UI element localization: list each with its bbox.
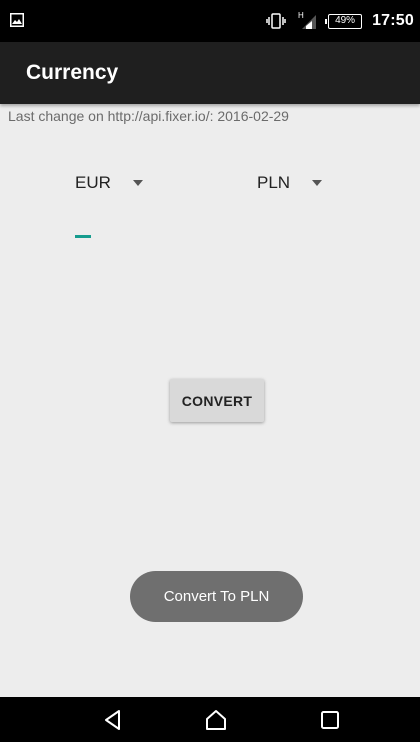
from-currency-value: EUR bbox=[75, 173, 111, 192]
dropdown-caret-icon bbox=[312, 180, 323, 186]
gallery-notification-icon bbox=[10, 13, 24, 27]
screen: H 49% 17:50 Currency Last change on http… bbox=[0, 0, 420, 742]
status-bar: H 49% 17:50 bbox=[0, 0, 420, 42]
nav-bar bbox=[0, 697, 420, 742]
toast-text: Convert To PLN bbox=[163, 588, 270, 605]
amount-input[interactable] bbox=[75, 222, 195, 242]
battery-level: 49% bbox=[335, 14, 356, 26]
toast-message: Convert To PLN bbox=[130, 571, 303, 622]
status-clock: 17:50 bbox=[372, 12, 414, 29]
signal-icon: H bbox=[298, 11, 317, 29]
status-icons: H 49% 17:50 bbox=[266, 0, 414, 42]
to-currency-value: PLN bbox=[257, 173, 291, 192]
convert-button[interactable]: CONVERT bbox=[170, 379, 264, 422]
last-change-text: Last change on http://api.fixer.io/: 201… bbox=[8, 108, 289, 124]
app-title: Currency bbox=[26, 61, 119, 84]
battery-icon: 49% bbox=[325, 13, 363, 29]
text-cursor-underline bbox=[75, 235, 91, 238]
recent-apps-icon[interactable] bbox=[317, 707, 343, 733]
back-icon[interactable] bbox=[100, 707, 126, 733]
vibrate-icon bbox=[266, 13, 286, 29]
app-bar: Currency bbox=[0, 42, 420, 104]
dropdown-caret-icon bbox=[132, 180, 143, 186]
to-currency-spinner[interactable]: PLN bbox=[257, 170, 323, 196]
home-icon[interactable] bbox=[203, 707, 229, 733]
network-type-label: H bbox=[298, 11, 304, 20]
from-currency-spinner[interactable]: EUR bbox=[75, 170, 143, 196]
